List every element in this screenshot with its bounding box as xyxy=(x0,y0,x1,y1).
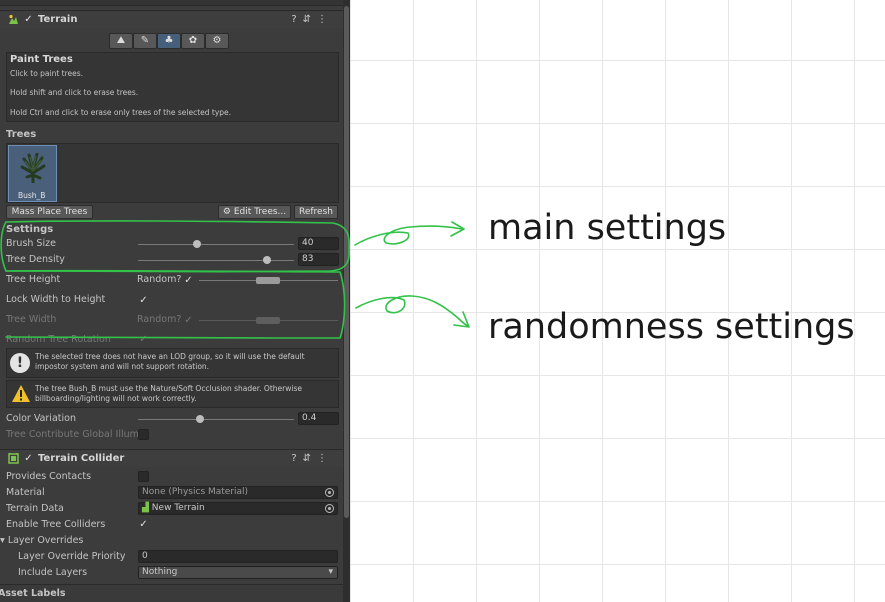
lock-width-label: Lock Width to Height xyxy=(6,294,106,305)
terrain-enabled-checkbox[interactable]: ✓ xyxy=(23,14,34,25)
material-field[interactable]: None (Physics Material) xyxy=(138,486,338,499)
refresh-button[interactable]: Refresh xyxy=(294,205,338,219)
tree-height-label: Tree Height xyxy=(6,274,61,285)
mass-place-trees-button[interactable]: Mass Place Trees xyxy=(6,205,93,219)
tree-height-random-label: Random? xyxy=(137,274,182,285)
enable-tree-colliders-checkbox[interactable]: ✓ xyxy=(138,519,149,530)
color-variation-field[interactable]: 0.4 xyxy=(298,412,339,425)
paint-trees-help-box: Paint Trees Click to paint trees. Hold s… xyxy=(6,52,339,122)
brush-size-slider-thumb[interactable] xyxy=(193,240,202,248)
tree-density-slider-thumb[interactable] xyxy=(263,256,272,264)
terrain-header-icons[interactable]: ?⇵⋮ xyxy=(291,14,333,25)
paint-details-tool-button[interactable]: ✿ xyxy=(181,33,205,49)
paint-trees-tool-button[interactable]: ♣ xyxy=(157,33,181,49)
paint-trees-icon: ♣ xyxy=(164,35,174,46)
global-illumination-checkbox xyxy=(138,429,149,440)
tree-width-range-handle xyxy=(256,317,280,324)
terrain-component-header[interactable]: ✓ Terrain ?⇵⋮ xyxy=(0,10,343,28)
help-title: Paint Trees xyxy=(10,54,73,65)
color-variation-slider-track[interactable] xyxy=(138,419,294,420)
tree-density-field[interactable]: 83 xyxy=(298,253,339,266)
top-cutoff-row xyxy=(0,0,343,6)
object-picker-icon[interactable] xyxy=(325,504,334,513)
object-picker-icon[interactable] xyxy=(325,488,334,497)
paint-texture-icon: ✎ xyxy=(140,35,150,46)
dropdown-arrow-icon: ▾ xyxy=(328,567,333,577)
trees-label: Trees xyxy=(6,129,37,140)
include-layers-value: Nothing xyxy=(142,567,178,577)
brush-size-label: Brush Size xyxy=(6,238,56,249)
global-illumination-label: Tree Contribute Global Illumi xyxy=(6,429,138,440)
foldout-arrow-icon: ▾ xyxy=(0,535,5,546)
lod-info-box: ! The selected tree does not have an LOD… xyxy=(6,348,339,378)
raise-lower-tool-button[interactable]: ⛰ xyxy=(109,33,133,49)
terrain-data-icon: ▟ xyxy=(142,503,149,513)
asset-labels-bar[interactable]: Asset Labels xyxy=(0,584,343,602)
tree-width-random-checkbox: ✓ xyxy=(184,315,193,326)
info-icon: ! xyxy=(10,353,30,373)
color-variation-slider-thumb[interactable] xyxy=(196,415,205,423)
layer-override-priority-label: Layer Override Priority xyxy=(18,551,126,562)
color-variation-label: Color Variation xyxy=(6,413,76,424)
edit-trees-button[interactable]: ⚙ Edit Trees... xyxy=(218,205,291,219)
help-line-2: Hold shift and click to erase trees. xyxy=(10,88,139,97)
layer-override-priority-field[interactable]: 0 xyxy=(138,550,338,563)
paint-texture-tool-button[interactable]: ✎ xyxy=(133,33,157,49)
lock-width-checkbox[interactable]: ✓ xyxy=(138,295,149,306)
tree-height-random-checkbox[interactable]: ✓ xyxy=(183,275,194,286)
provides-contacts-label: Provides Contacts xyxy=(6,471,92,482)
tree-width-random-label: Random? xyxy=(137,314,182,325)
gear-icon: ⚙ xyxy=(222,207,231,217)
include-layers-dropdown[interactable]: Nothing ▾ xyxy=(138,566,338,579)
layer-overrides-foldout[interactable]: ▾ Layer Overrides xyxy=(0,535,83,546)
include-layers-label: Include Layers xyxy=(18,567,88,578)
collider-icon xyxy=(8,451,19,464)
terrain-data-label: Terrain Data xyxy=(6,503,64,514)
tree-item-label: Bush_B xyxy=(18,191,46,200)
random-rotation-checkbox: ✓ xyxy=(139,334,148,345)
help-line-1: Click to paint trees. xyxy=(10,69,84,78)
asset-labels-label: Asset Labels xyxy=(0,588,66,599)
main-settings-annotation: main settings xyxy=(488,208,727,248)
bush-thumbnail-icon xyxy=(19,152,47,184)
material-value: None (Physics Material) xyxy=(142,487,249,497)
paint-details-icon: ✿ xyxy=(188,35,198,46)
tree-width-label: Tree Width xyxy=(6,314,57,325)
inspector-scrollbar[interactable] xyxy=(343,0,350,602)
terrain-settings-icon: ⚙ xyxy=(212,35,222,46)
brush-size-field[interactable]: 40 xyxy=(298,237,339,250)
collider-component-title: Terrain Collider xyxy=(38,453,125,464)
tree-density-label: Tree Density xyxy=(6,254,65,265)
random-rotation-label: Random Tree Rotation xyxy=(6,334,111,345)
terrain-settings-tool-button[interactable]: ⚙ xyxy=(205,33,229,49)
terrain-data-value: New Terrain xyxy=(151,503,205,513)
whiteboard-canvas[interactable]: main settings randomness settings xyxy=(350,0,885,602)
terrain-component-title: Terrain xyxy=(38,14,78,25)
terrain-data-field[interactable]: ▟ New Terrain xyxy=(138,502,338,515)
enable-tree-colliders-label: Enable Tree Colliders xyxy=(6,519,106,530)
help-line-3: Hold Ctrl and click to erase only trees … xyxy=(10,108,232,117)
randomness-settings-annotation: randomness settings xyxy=(488,307,855,347)
layer-overrides-label: Layer Overrides xyxy=(7,535,84,546)
material-label: Material xyxy=(6,487,45,498)
raise-lower-icon: ⛰ xyxy=(116,35,126,46)
lod-warning-text: The selected tree does not have an LOD g… xyxy=(35,352,305,371)
shader-warning-box: The tree Bush_B must use the Nature/Soft… xyxy=(6,380,339,408)
terrain-component-icon xyxy=(8,14,19,25)
tree-prototype-item[interactable]: Bush_B xyxy=(8,145,57,202)
settings-label: Settings xyxy=(6,224,54,235)
inspector-panel: ✓ Terrain ?⇵⋮ ⛰ ✎ ♣ ✿ ⚙ Paint Trees Clic… xyxy=(0,0,350,602)
provides-contacts-checkbox[interactable] xyxy=(138,471,149,482)
brush-size-slider-track[interactable] xyxy=(138,244,294,245)
edit-trees-label: Edit Trees... xyxy=(233,207,287,217)
terrain-collider-header[interactable]: ✓ Terrain Collider ?⇵⋮ xyxy=(0,449,343,467)
scrollbar-thumb[interactable] xyxy=(344,6,349,518)
collider-header-icons[interactable]: ?⇵⋮ xyxy=(291,453,333,464)
tree-height-range-handle[interactable] xyxy=(256,277,280,284)
shader-warning-text: The tree Bush_B must use the Nature/Soft… xyxy=(35,384,302,403)
collider-enabled-checkbox[interactable]: ✓ xyxy=(23,453,34,464)
warning-icon xyxy=(11,384,31,404)
